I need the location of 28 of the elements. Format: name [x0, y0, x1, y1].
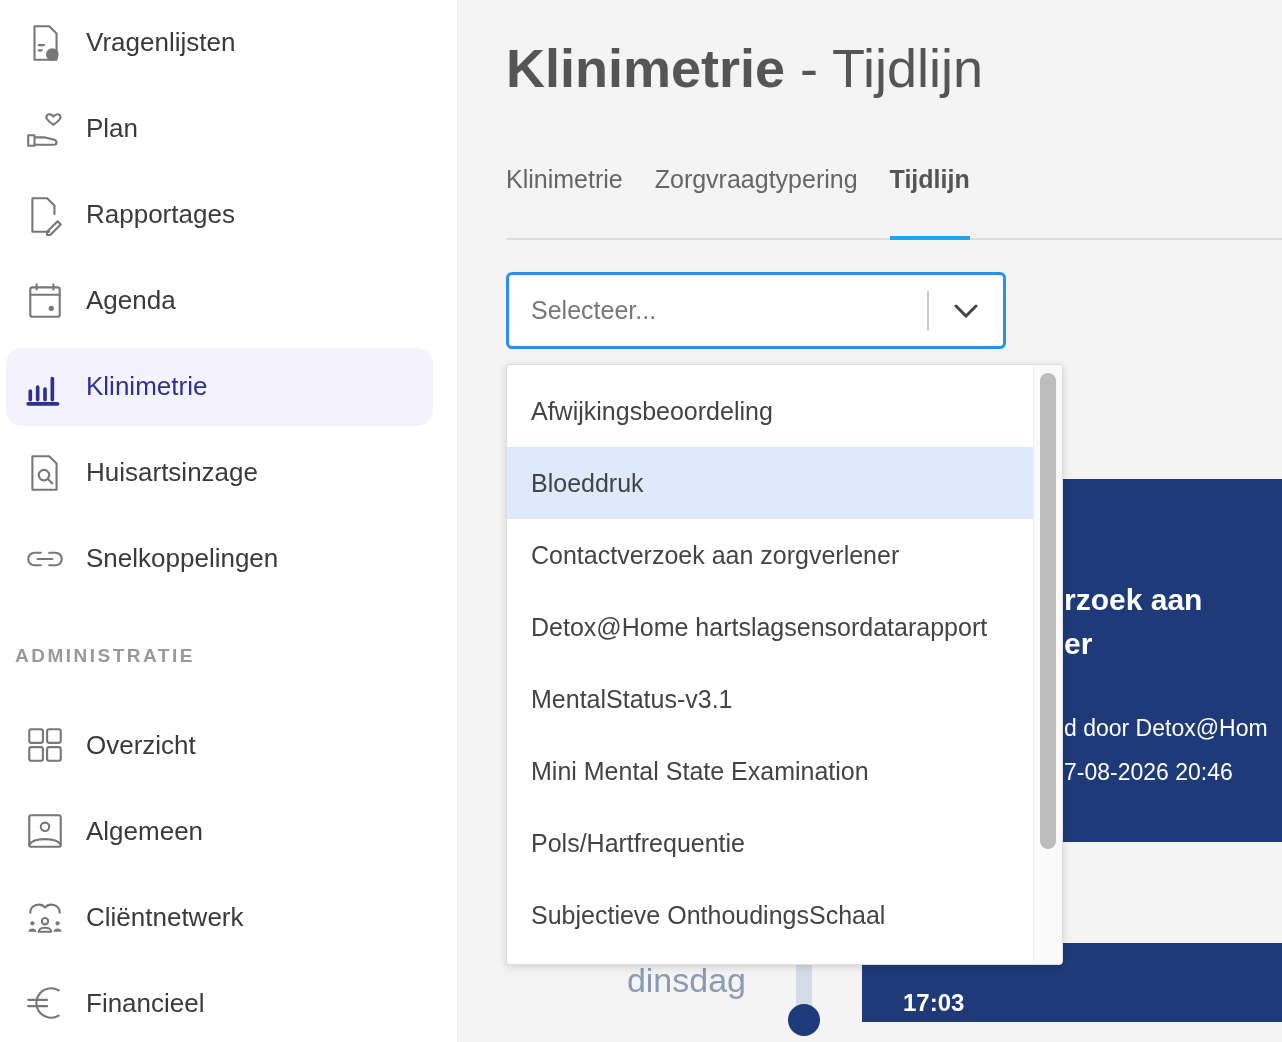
card-text: d door Detox@Hom	[1064, 714, 1269, 744]
sidebar-item[interactable]: Vragenlijsten	[6, 4, 433, 82]
weekday-label: dinsdag	[625, 960, 747, 1002]
section-heading: ADMINISTRATIE	[15, 643, 196, 668]
chevron-down-icon[interactable]	[954, 303, 978, 318]
sidebar-item[interactable]: Snelkoppelingen	[6, 519, 433, 598]
sidebar-item[interactable]: Rapportages	[6, 175, 433, 254]
sidebar-item[interactable]: Financieel	[6, 964, 433, 1042]
timeline-dot	[788, 1004, 820, 1037]
time-label: 17:03	[903, 989, 965, 1017]
page-title: Klinimetrie - Tijdlijn	[506, 37, 985, 100]
sidebar-item[interactable]: Cliëntnetwerk	[6, 878, 433, 957]
tab[interactable]: Zorgvraagtypering	[654, 160, 858, 241]
card-text: 7-08-2026 20:46	[1064, 758, 1234, 788]
sidebar-item[interactable]: Huisartsinzage	[6, 433, 433, 512]
sidebar-item[interactable]: Klinimetrie	[6, 347, 433, 426]
tab[interactable]: Klinimetrie	[506, 160, 623, 241]
select-input[interactable]: Selecteer...	[529, 291, 927, 331]
sidebar-item[interactable]: Overzicht	[6, 706, 433, 785]
sidebar-item[interactable]: Plan	[6, 89, 433, 168]
tab[interactable]: Tijdlijn	[889, 160, 970, 241]
sidebar-item[interactable]: Algemeen	[6, 792, 433, 871]
card-title: rzoek aan	[1064, 582, 1204, 619]
dropdown-option[interactable]: Bloeddruk	[507, 447, 1033, 520]
sidebar-item[interactable]: Agenda	[6, 261, 433, 340]
scrollbar-thumb[interactable]	[1040, 373, 1056, 850]
select-field[interactable]: Selecteer...	[506, 272, 1006, 350]
card-title: er	[1064, 626, 1094, 663]
